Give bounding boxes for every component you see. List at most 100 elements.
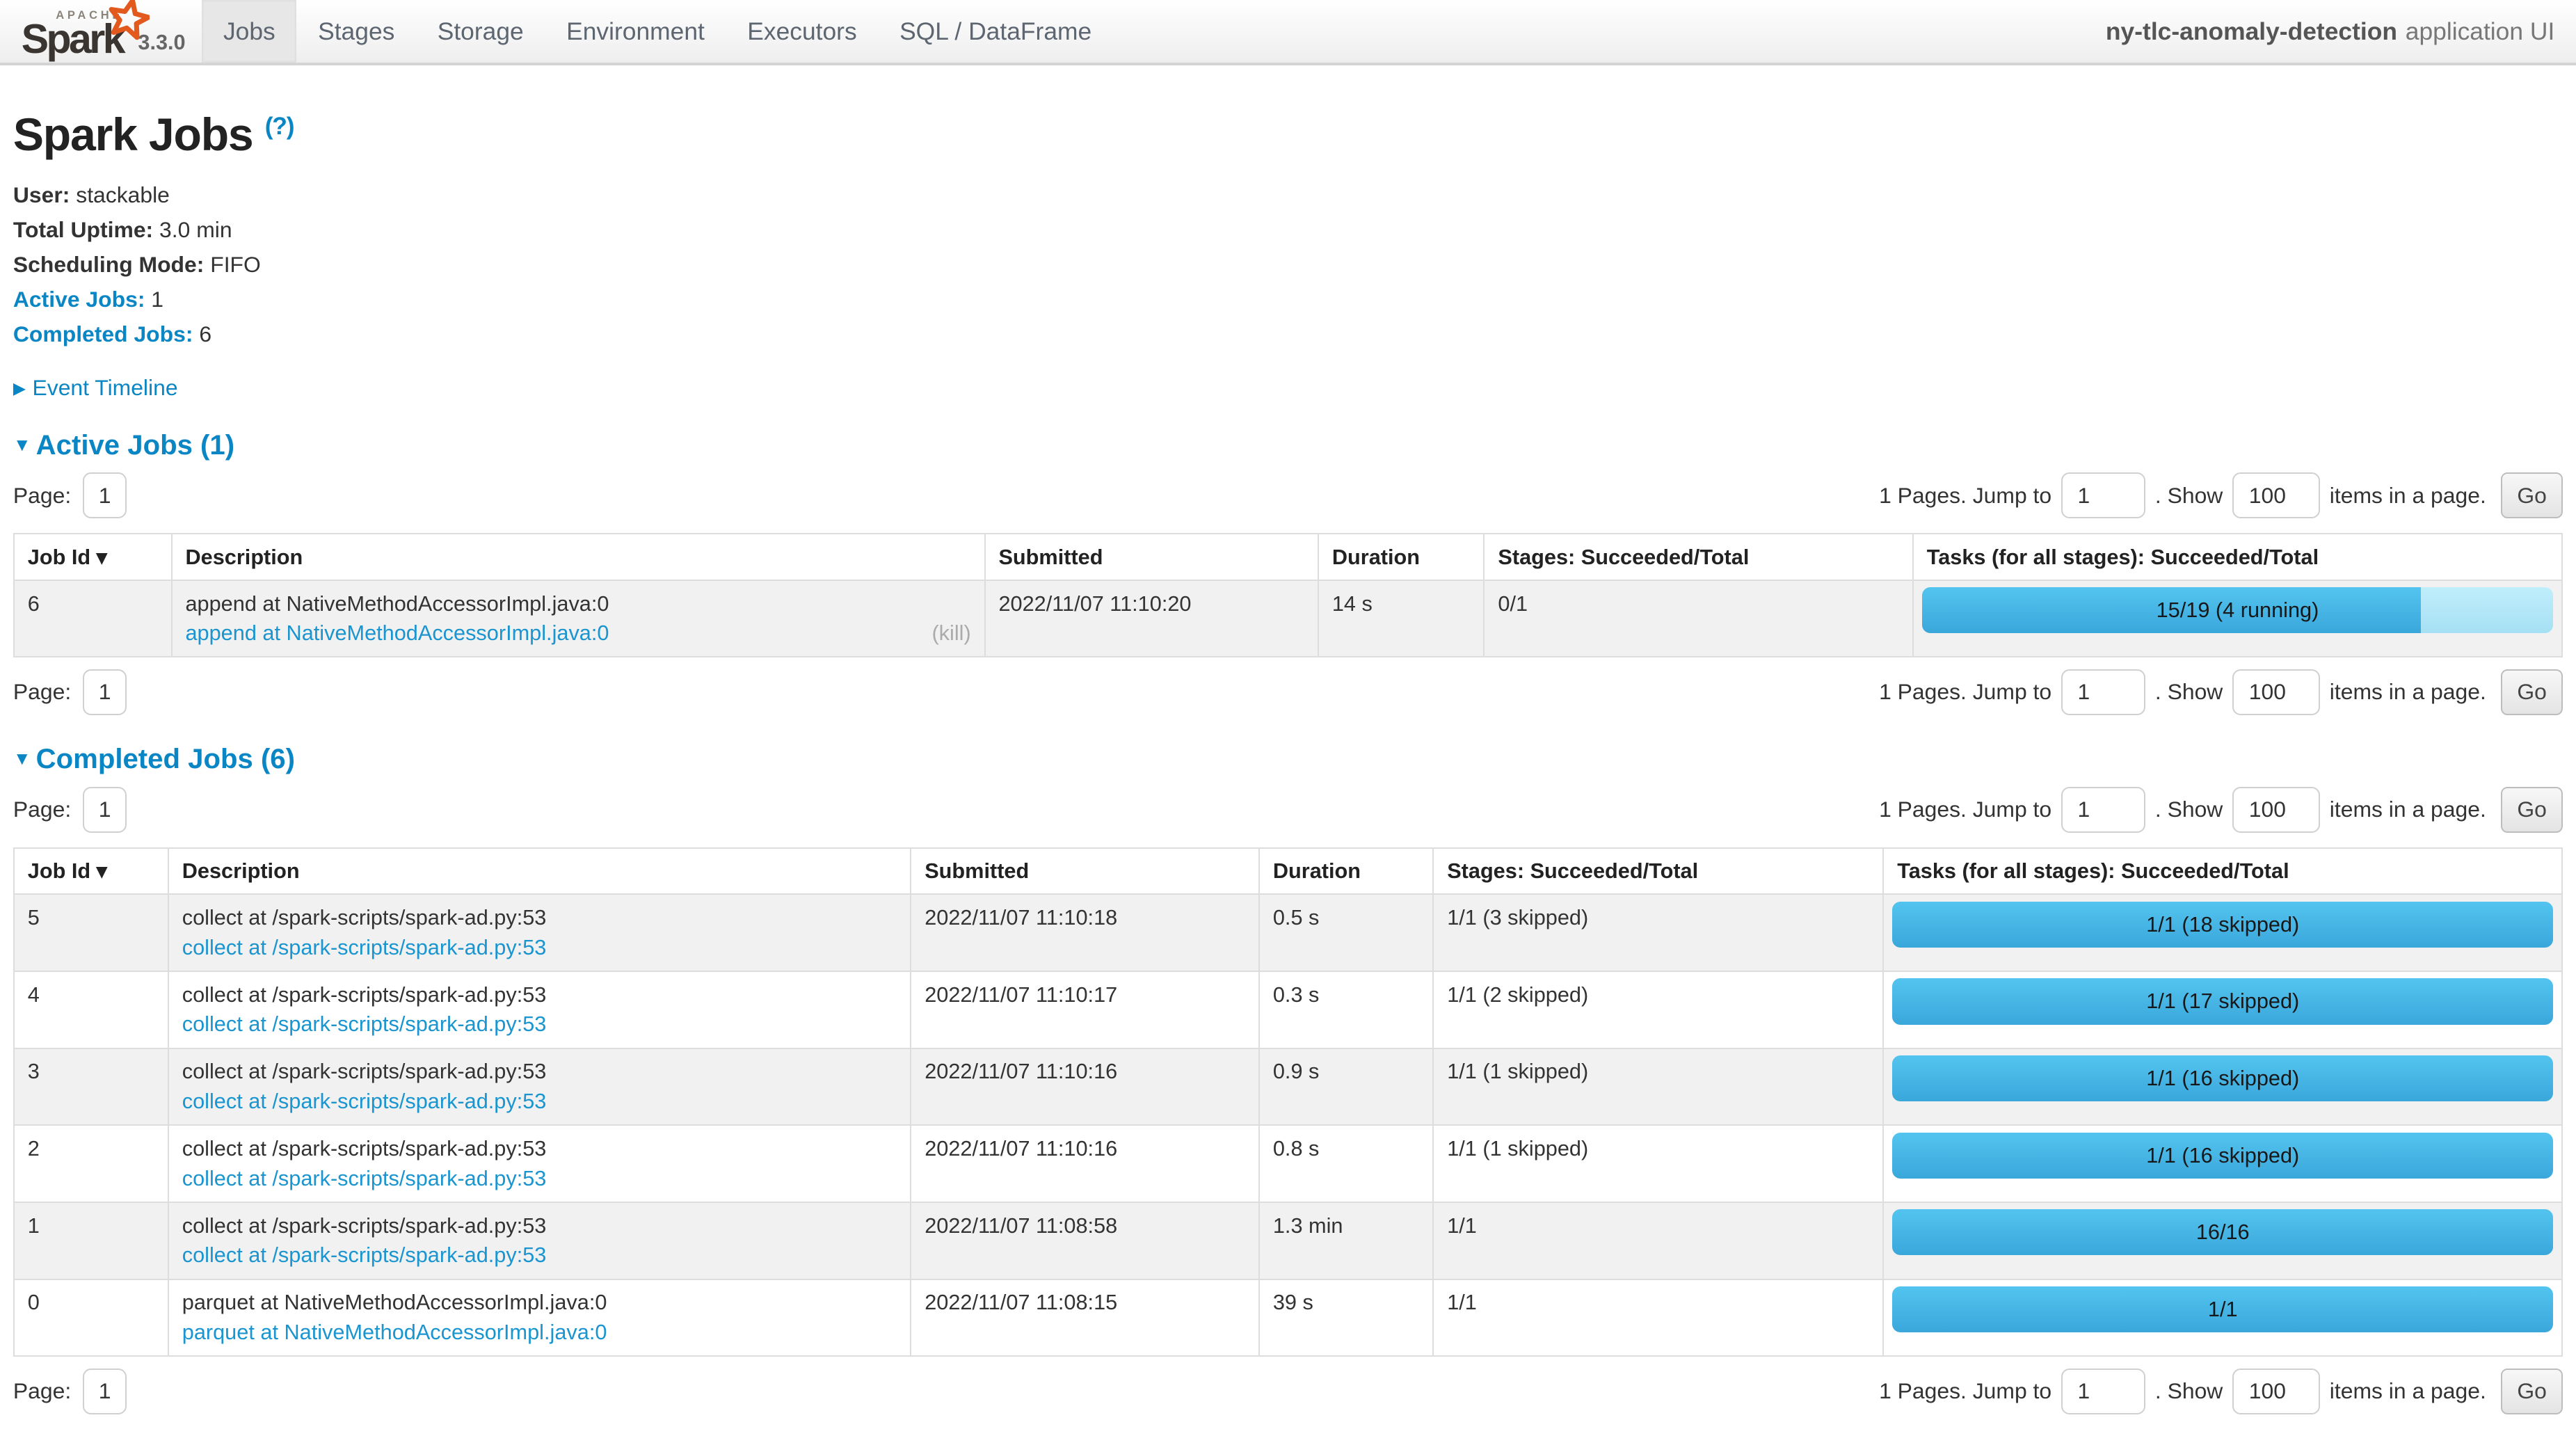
page-input[interactable] — [83, 1369, 127, 1414]
task-progress-label: 16/16 — [1892, 1209, 2553, 1255]
job-tasks-cell: 1/1 (16 skipped) — [1883, 1125, 2562, 1202]
completed-jobs-link[interactable]: Completed Jobs: — [13, 321, 193, 346]
go-button[interactable]: Go — [2501, 669, 2563, 715]
task-progress-bar: 1/1 (17 skipped) — [1892, 978, 2553, 1024]
job-duration: 0.3 s — [1259, 971, 1433, 1048]
job-row: 6 append at NativeMethodAccessorImpl.jav… — [14, 580, 2562, 657]
show-items-input[interactable] — [2232, 472, 2319, 518]
page-input[interactable] — [83, 787, 127, 833]
job-id: 5 — [14, 894, 168, 971]
column-header-description[interactable]: Description — [172, 534, 985, 580]
pagination-row: Page: 1 Pages. Jump to . Show items in a… — [13, 669, 2563, 715]
job-duration: 14 s — [1318, 580, 1485, 657]
expand-arrow-icon: ▶ — [13, 380, 26, 398]
tab-environment[interactable]: Environment — [545, 0, 726, 63]
go-button[interactable]: Go — [2501, 787, 2563, 833]
job-description-link[interactable]: collect at /spark-scripts/spark-ad.py:53 — [182, 1087, 547, 1117]
jump-to-input[interactable] — [2061, 1369, 2145, 1414]
job-duration: 0.8 s — [1259, 1125, 1433, 1202]
go-button[interactable]: Go — [2501, 472, 2563, 518]
task-progress-label: 1/1 (18 skipped) — [1892, 902, 2553, 948]
tab-sql-dataframe[interactable]: SQL / DataFrame — [878, 0, 1113, 63]
spark-logo[interactable]: APACHE Spark 3.3.0 — [0, 0, 202, 63]
show-items-input[interactable] — [2232, 1369, 2319, 1414]
job-description: parquet at NativeMethodAccessorImpl.java… — [182, 1288, 897, 1318]
column-header-submitted[interactable]: Submitted — [911, 848, 1259, 894]
jump-to-input[interactable] — [2061, 472, 2145, 518]
active-jobs-section-header[interactable]: ▼Active Jobs (1) — [13, 429, 2563, 461]
job-description: collect at /spark-scripts/spark-ad.py:53 — [182, 1057, 897, 1087]
column-header-stages[interactable]: Stages: Succeeded/Total — [1484, 534, 1912, 580]
job-description: append at NativeMethodAccessorImpl.java:… — [185, 589, 970, 619]
tab-stages[interactable]: Stages — [296, 0, 416, 63]
job-description: collect at /spark-scripts/spark-ad.py:53 — [182, 980, 897, 1010]
page-title: Spark Jobs (?) — [13, 99, 2563, 161]
tab-jobs[interactable]: Jobs — [202, 0, 296, 63]
column-header-tasks[interactable]: Tasks (for all stages): Succeeded/Total — [1883, 848, 2562, 894]
kill-link[interactable]: (kill) — [931, 619, 970, 648]
go-button[interactable]: Go — [2501, 1369, 2563, 1414]
job-id: 3 — [14, 1048, 168, 1126]
active-jobs-link[interactable]: Active Jobs: — [13, 287, 145, 312]
summary-user: User: stackable — [13, 182, 2563, 208]
task-progress-label: 1/1 — [1892, 1286, 2553, 1332]
application-name: ny-tlc-anomaly-detection — [2106, 17, 2397, 46]
pages-jump-text: 1 Pages. Jump to — [1879, 1378, 2051, 1404]
pages-jump-text: 1 Pages. Jump to — [1879, 483, 2051, 509]
task-progress-label: 15/19 (4 running) — [1922, 587, 2554, 633]
job-description-cell: collect at /spark-scripts/spark-ad.py:53… — [168, 1202, 911, 1279]
items-text: items in a page. — [2330, 797, 2486, 822]
task-progress-label: 1/1 (16 skipped) — [1892, 1055, 2553, 1101]
job-description-link[interactable]: collect at /spark-scripts/spark-ad.py:53 — [182, 933, 547, 963]
job-row: 4 collect at /spark-scripts/spark-ad.py:… — [14, 971, 2562, 1048]
job-tasks-cell: 1/1 (18 skipped) — [1883, 894, 2562, 971]
job-description: collect at /spark-scripts/spark-ad.py:53 — [182, 1134, 897, 1164]
column-header-job-id[interactable]: Job Id ▾ — [14, 848, 168, 894]
job-duration: 0.5 s — [1259, 894, 1433, 971]
column-header-tasks[interactable]: Tasks (for all stages): Succeeded/Total — [1913, 534, 2562, 580]
page-input[interactable] — [83, 472, 127, 518]
column-header-description[interactable]: Description — [168, 848, 911, 894]
job-submitted: 2022/11/07 11:10:18 — [911, 894, 1259, 971]
column-header-stages[interactable]: Stages: Succeeded/Total — [1433, 848, 1883, 894]
help-link[interactable]: (?) — [265, 112, 294, 140]
application-title: ny-tlc-anomaly-detection application UI — [2106, 0, 2576, 63]
job-description-link[interactable]: append at NativeMethodAccessorImpl.java:… — [185, 619, 609, 648]
job-description-link[interactable]: collect at /spark-scripts/spark-ad.py:53 — [182, 1240, 547, 1270]
show-items-input[interactable] — [2232, 669, 2319, 715]
job-description-link[interactable]: parquet at NativeMethodAccessorImpl.java… — [182, 1318, 607, 1348]
completed-jobs-section-header[interactable]: ▼Completed Jobs (6) — [13, 743, 2563, 775]
column-header-job-id[interactable]: Job Id ▾ — [14, 534, 172, 580]
job-submitted: 2022/11/07 11:10:20 — [985, 580, 1318, 657]
show-items-input[interactable] — [2232, 787, 2319, 833]
job-stages: 1/1 — [1433, 1279, 1883, 1357]
job-row: 5 collect at /spark-scripts/spark-ad.py:… — [14, 894, 2562, 971]
job-summary-list: User: stackable Total Uptime: 3.0 min Sc… — [13, 182, 2563, 347]
pagination-row: Page: 1 Pages. Jump to . Show items in a… — [13, 472, 2563, 518]
show-text: . Show — [2155, 797, 2223, 822]
tab-storage[interactable]: Storage — [416, 0, 545, 63]
event-timeline-toggle[interactable]: ▶ Event Timeline — [13, 375, 2563, 401]
tab-executors[interactable]: Executors — [726, 0, 879, 63]
job-submitted: 2022/11/07 11:10:16 — [911, 1048, 1259, 1126]
summary-uptime: Total Uptime: 3.0 min — [13, 217, 2563, 243]
job-description-link[interactable]: collect at /spark-scripts/spark-ad.py:53 — [182, 1164, 547, 1194]
jump-to-input[interactable] — [2061, 787, 2145, 833]
job-stages: 1/1 (2 skipped) — [1433, 971, 1883, 1048]
job-row: 2 collect at /spark-scripts/spark-ad.py:… — [14, 1125, 2562, 1202]
job-submitted: 2022/11/07 11:08:58 — [911, 1202, 1259, 1279]
job-id: 2 — [14, 1125, 168, 1202]
column-header-duration[interactable]: Duration — [1259, 848, 1433, 894]
page-input[interactable] — [83, 669, 127, 715]
job-description-cell: append at NativeMethodAccessorImpl.java:… — [172, 580, 985, 657]
job-description-link[interactable]: collect at /spark-scripts/spark-ad.py:53 — [182, 1010, 547, 1039]
column-header-submitted[interactable]: Submitted — [985, 534, 1318, 580]
spark-jobs-page: APACHE Spark 3.3.0 Jobs Stages Storage E… — [0, 0, 2576, 1452]
column-header-duration[interactable]: Duration — [1318, 534, 1485, 580]
collapse-arrow-icon: ▼ — [13, 748, 31, 769]
event-timeline-link[interactable]: Event Timeline — [33, 375, 178, 400]
job-id: 1 — [14, 1202, 168, 1279]
application-ui-suffix: application UI — [2406, 17, 2555, 46]
jump-to-input[interactable] — [2061, 669, 2145, 715]
job-description-cell: parquet at NativeMethodAccessorImpl.java… — [168, 1279, 911, 1357]
